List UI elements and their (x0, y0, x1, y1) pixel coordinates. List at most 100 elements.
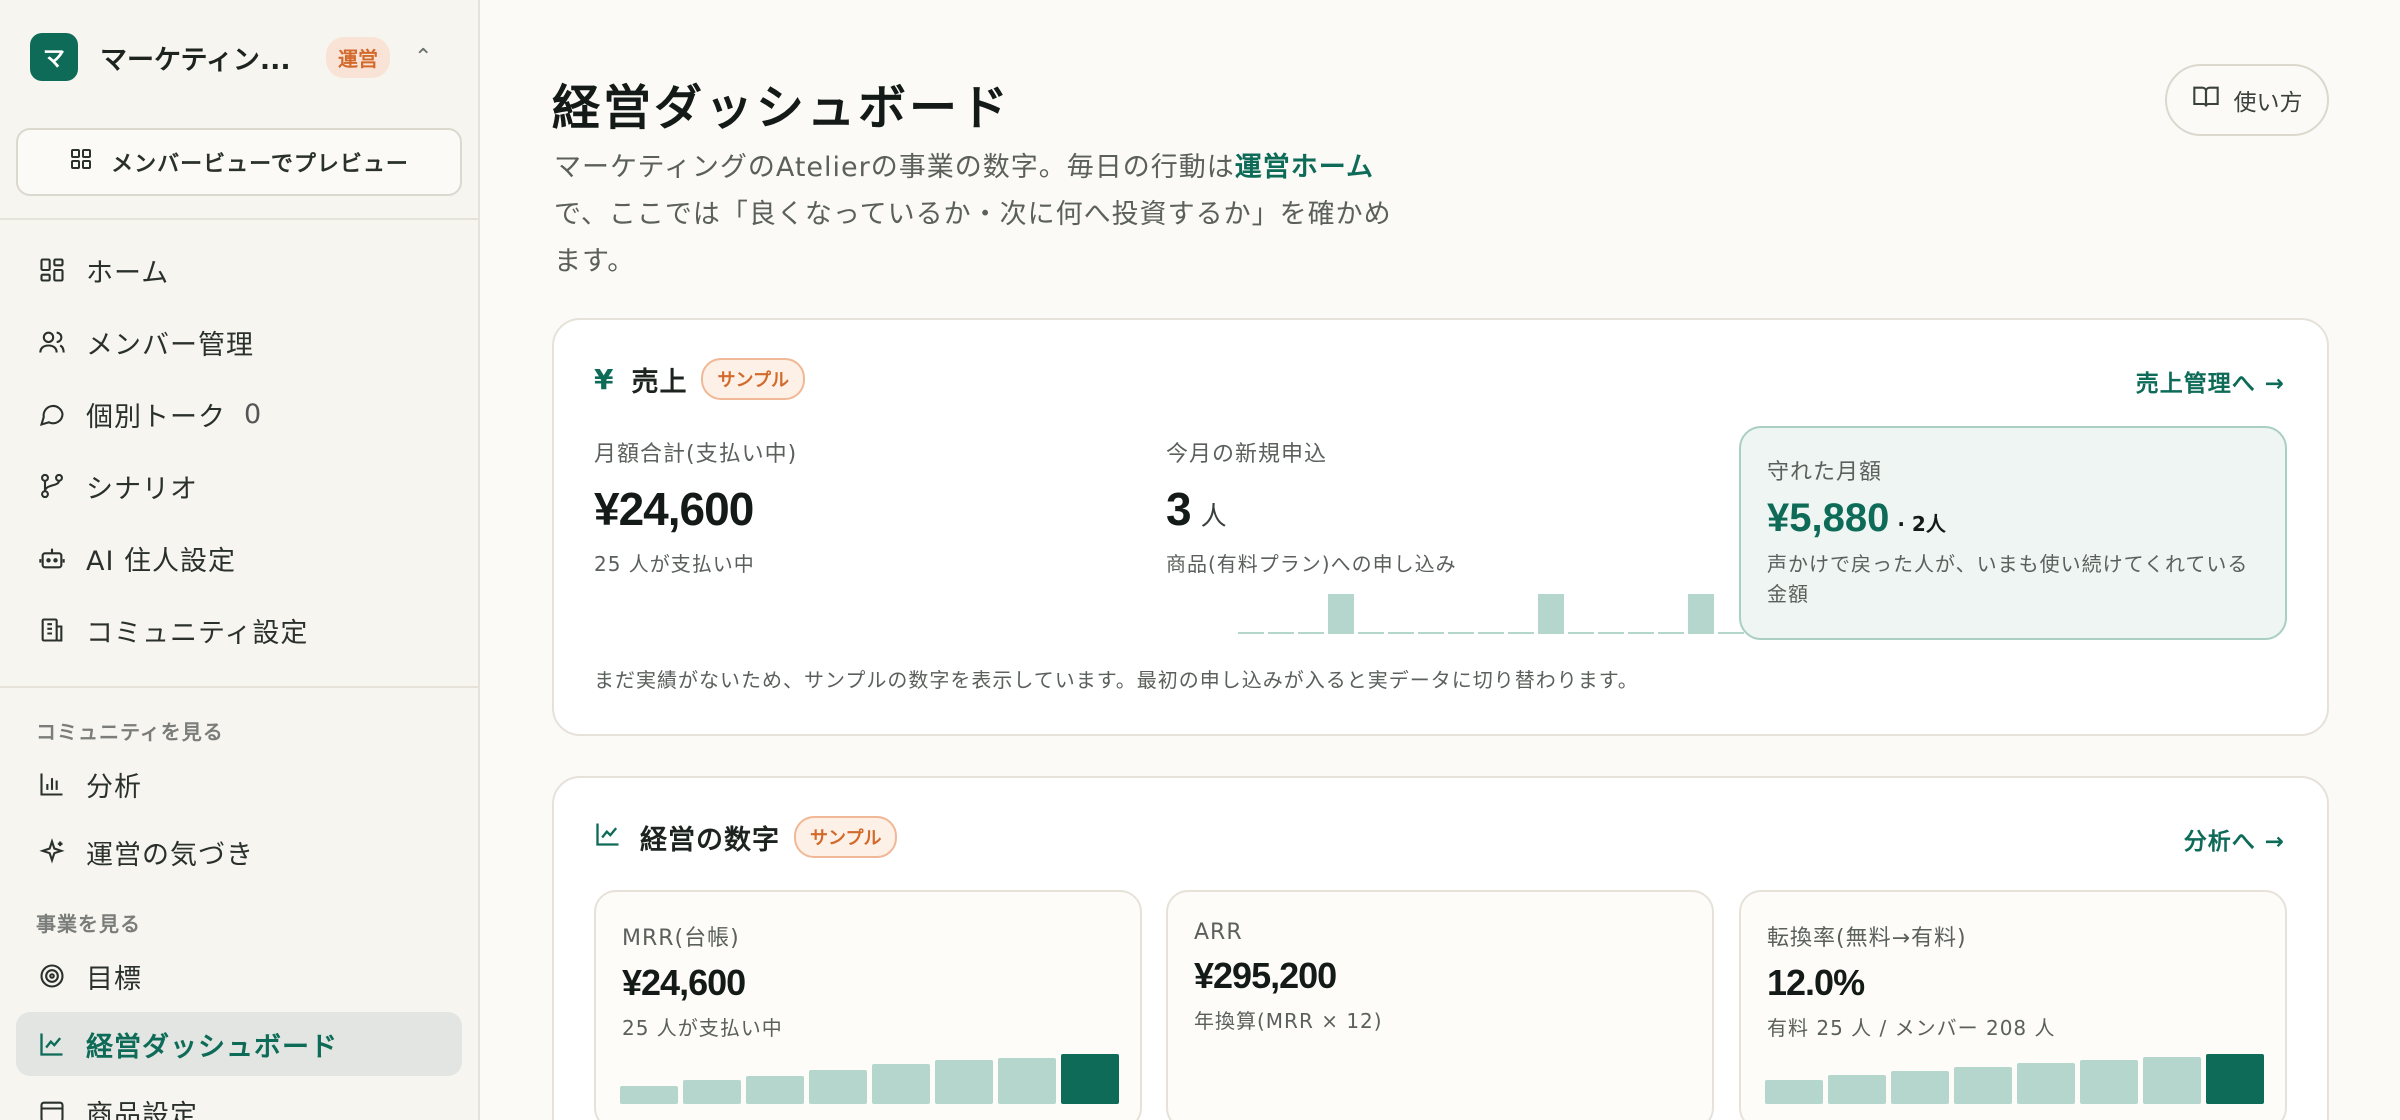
analytics-link[interactable]: 分析へ → (2184, 822, 2285, 856)
sparkle-icon (36, 836, 68, 868)
trend-icon (594, 820, 622, 855)
nav-item-analytics[interactable]: 分析 (16, 752, 462, 816)
nav-item-scenario[interactable]: シナリオ (16, 454, 462, 518)
users-icon (36, 326, 68, 358)
nav-label: 経営ダッシュボード (86, 1031, 338, 1063)
signup-day-bar (1628, 632, 1654, 634)
sales-card: ¥ 売上 サンプル 売上管理へ → 月額合計(支払い中) ¥24,600 25 … (552, 318, 2329, 736)
page-intro: マーケティングのAtelierの事業の数字。毎日の行動は運営ホームで、ここでは「… (554, 144, 1414, 285)
metric-sub: 25 人が支払い中 (594, 552, 755, 576)
conversion-trend-chart (1765, 1054, 2269, 1104)
bar-chart-icon (36, 768, 68, 800)
chevron-up-down-icon[interactable]: ⌃ (414, 45, 432, 70)
signup-day-bar (1298, 632, 1324, 634)
nav-item-management-dashboard[interactable]: 経営ダッシュボード (16, 1012, 462, 1076)
metric-sub: 年換算(MRR × 12) (1194, 1009, 1383, 1033)
workspace-name: マーケティン... (100, 44, 291, 76)
trend-bar (1061, 1054, 1119, 1104)
metric-value: 12.0% (1767, 962, 1865, 1003)
divider (0, 218, 478, 220)
product-icon (36, 1096, 68, 1120)
signup-day-bar (1328, 594, 1354, 634)
help-button-label: 使い方 (2233, 90, 2303, 116)
signup-day-bar (1568, 632, 1594, 634)
nav-item-home[interactable]: ホーム (16, 238, 462, 302)
community-nav: 分析 運営の気づき (16, 752, 462, 884)
metric-label: MRR(台帳) (622, 926, 740, 951)
trend-bar (2017, 1063, 2075, 1104)
main-content: 経営ダッシュボード マーケティングのAtelierの事業の数字。毎日の行動は運営… (480, 0, 2400, 1120)
signup-day-bar (1418, 632, 1444, 634)
page-title: 経営ダッシュボード (552, 80, 1012, 136)
metric-label: ARR (1194, 920, 1243, 945)
signup-day-bar (1238, 632, 1264, 634)
divider (0, 686, 478, 688)
sample-data-note: まだ実績がないため、サンプルの数字を表示しています。最初の申し込みが入ると実デー… (594, 668, 1639, 692)
kpi-card: 経営の数字 サンプル 分析へ → MRR(台帳) ¥24,600 25 人が支払… (552, 776, 2329, 1120)
nav-item-ai-resident[interactable]: AI 住人設定 (16, 526, 462, 590)
trend-bar (2206, 1054, 2264, 1104)
help-button[interactable]: 使い方 (2165, 64, 2329, 136)
trend-bar (872, 1064, 930, 1104)
nav-item-insights[interactable]: 運営の気づき (16, 820, 462, 884)
metric-label: 転換率(無料→有料) (1767, 926, 1967, 951)
mrr-metric-card[interactable]: MRR(台帳) ¥24,600 25 人が支払い中 (594, 890, 1142, 1120)
metric-value: ¥24,600 (622, 962, 746, 1003)
nav-label: シナリオ (86, 473, 198, 505)
trend-bar (935, 1060, 993, 1104)
nav-item-goals[interactable]: 目標 (16, 944, 462, 1008)
kpi-card-header: 経営の数字 サンプル (594, 816, 898, 858)
arr-metric-card[interactable]: ARR ¥295,200 年換算(MRR × 12) (1166, 890, 1714, 1120)
grid-icon (69, 147, 93, 177)
role-badge: 運営 (326, 36, 390, 78)
conversion-metric-card[interactable]: 転換率(無料→有料) 12.0% 有料 25 人 / メンバー 208 人 (1739, 890, 2287, 1120)
metric-label: 守れた月額 (1767, 460, 1883, 485)
nav-label: 目標 (86, 963, 142, 995)
signup-day-bar (1598, 632, 1624, 634)
signup-day-bar (1478, 632, 1504, 634)
sales-management-link[interactable]: 売上管理へ → (2136, 364, 2285, 398)
chat-icon (36, 398, 68, 430)
nav-item-product-settings[interactable]: 商品設定 (16, 1080, 462, 1120)
metric-sub: 25 人が支払い中 (622, 1016, 783, 1040)
kpi-card-title: 経営の数字 (640, 824, 780, 856)
trend-bar (620, 1086, 678, 1104)
signup-day-bar (1688, 594, 1714, 634)
trend-bar (809, 1070, 867, 1104)
trend-bar (2143, 1057, 2201, 1104)
branch-icon (36, 470, 68, 502)
nav-label: 分析 (86, 771, 142, 803)
metric-value-row: 3 人 (1166, 482, 1457, 536)
signup-day-bar (1358, 632, 1384, 634)
section-label-community: コミュニティを見る (36, 720, 224, 744)
yen-icon: ¥ (594, 362, 614, 396)
mrr-trend-chart (620, 1054, 1124, 1104)
workspace-switcher[interactable]: マ マーケティン... 運営 ⌃ (30, 32, 460, 82)
grid-icon (36, 254, 68, 286)
preview-button-label: メンバービューでプレビュー (111, 152, 409, 177)
new-signups-metric: 今月の新規申込 3 人 商品(有料プラン)への申し込み (1166, 436, 1457, 577)
signup-day-bar (1538, 594, 1564, 634)
nav-item-members[interactable]: メンバー管理 (16, 310, 462, 374)
signup-day-bar (1658, 632, 1684, 634)
member-view-preview-button[interactable]: メンバービューでプレビュー (16, 128, 462, 196)
metric-value: 3 (1166, 483, 1192, 535)
trend-bar (1828, 1075, 1886, 1104)
nav-item-community-settings[interactable]: コミュニティ設定 (16, 598, 462, 662)
workspace-logo: マ (30, 33, 78, 81)
unread-count: 0 (244, 398, 263, 430)
trend-bar (1954, 1067, 2012, 1104)
nav-label: 個別トーク (86, 401, 226, 433)
signup-day-bar (1268, 632, 1294, 634)
sample-badge: サンプル (794, 816, 898, 858)
sample-badge: サンプル (701, 358, 805, 400)
metric-label: 月額合計(支払い中) (594, 442, 798, 467)
trend-bar (746, 1076, 804, 1104)
book-icon (2192, 83, 2220, 117)
trend-bar (1765, 1080, 1823, 1104)
ops-home-link[interactable]: 運営ホーム (1235, 152, 1374, 183)
trend-icon (36, 1028, 68, 1060)
protected-people: · 2人 (1897, 512, 1946, 536)
signup-day-bar (1388, 632, 1414, 634)
nav-item-direct-talk[interactable]: 個別トーク 0 (16, 382, 462, 446)
